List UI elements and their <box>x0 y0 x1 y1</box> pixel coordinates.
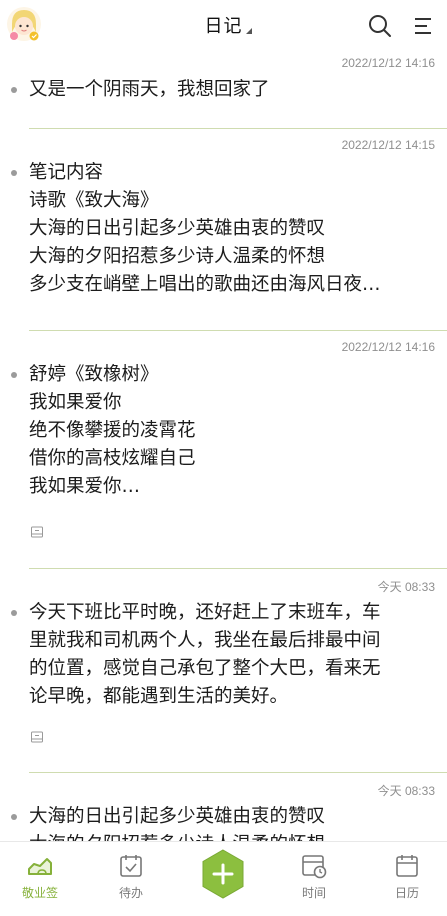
menu-icon[interactable] <box>410 12 438 40</box>
tab-calendar[interactable]: 日历 <box>367 842 447 916</box>
entry-line: 我如果爱你… <box>29 476 141 497</box>
entry-line: 大海的日出引起多少英雄由衷的赞叹 <box>29 218 326 239</box>
tab-label: 待办 <box>118 886 143 900</box>
entry-line: 论早晚，都能遇到生活的美好。 <box>29 686 289 707</box>
entry-divider <box>29 568 447 569</box>
tab-todo[interactable]: 待办 <box>91 842 171 916</box>
search-icon[interactable] <box>366 12 394 40</box>
diary-entry[interactable]: 今天 08:33 大海的日出引起多少英雄由衷的赞叹 大海的夕阳招惹多少诗人温柔的… <box>0 774 447 841</box>
entry-timestamp: 2022/12/12 14:15 <box>341 138 435 152</box>
entry-timestamp: 2022/12/12 14:16 <box>341 340 435 354</box>
todo-check-icon <box>120 855 142 877</box>
entry-line: 多少支在峭壁上唱出的歌曲还由海风日夜… <box>29 274 381 295</box>
diary-entry[interactable]: 2022/12/12 14:15 笔记内容 诗歌《致大海》 大海的日出引起多少英… <box>0 130 447 332</box>
bullet-dot <box>11 87 17 93</box>
entry-line: 我如果爱你 <box>29 392 122 413</box>
entry-text: 今天下班比平时晚，还好赶上了末班车，车 里就我和司机两个人，我坐在最后排最中间 … <box>29 599 427 711</box>
entry-line: 笔记内容 <box>29 162 104 183</box>
page-title[interactable]: 日记 <box>205 16 243 37</box>
entry-text: 舒婷《致橡树》 我如果爱你 绝不像攀援的凌霄花 借你的高枝炫耀自己 我如果爱你… <box>29 361 427 501</box>
entry-divider <box>29 330 447 331</box>
bullet-dot <box>11 610 17 616</box>
entry-text: 笔记内容 诗歌《致大海》 大海的日出引起多少英雄由衷的赞叹 大海的夕阳招惹多少诗… <box>29 159 427 299</box>
entry-line: 又是一个阴雨天，我想回家了 <box>29 79 270 100</box>
top-bar: 日记 <box>0 0 447 52</box>
entry-timestamp: 今天 08:33 <box>377 580 435 594</box>
add-icon[interactable] <box>200 848 246 900</box>
tab-label: 时间 <box>301 886 326 900</box>
entry-divider <box>29 772 447 773</box>
diary-list[interactable]: 2022/12/12 14:16 又是一个阴雨天，我想回家了 2022/12/1… <box>0 52 447 841</box>
entry-timestamp: 2022/12/12 14:16 <box>341 56 435 70</box>
bullet-dot <box>11 372 17 378</box>
tab-label: 敬业签 <box>21 886 58 900</box>
entry-line: 舒婷《致橡树》 <box>29 364 159 385</box>
tab-time[interactable]: 时间 <box>274 842 354 916</box>
diary-entry[interactable]: 2022/12/12 14:16 舒婷《致橡树》 我如果爱你 绝不像攀援的凌霄花… <box>0 332 447 570</box>
entry-line: 的位置，感觉自己承包了整个大巴，看来无 <box>29 658 381 679</box>
tab-jingyeqian[interactable]: 敬业签 <box>0 842 80 916</box>
entry-line: 借你的高枝炫耀自己 <box>29 448 196 469</box>
entry-line: 今天下班比平时晚，还好赶上了末班车，车 <box>29 602 381 623</box>
calendar-icon <box>396 855 418 877</box>
dropdown-caret-icon[interactable] <box>246 28 252 34</box>
entry-text: 又是一个阴雨天，我想回家了 <box>29 76 427 104</box>
diary-entry[interactable]: 今天 08:33 今天下班比平时晚，还好赶上了末班车，车 里就我和司机两个人，我… <box>0 570 447 774</box>
attachment-icon[interactable] <box>30 731 44 743</box>
bullet-dot <box>11 170 17 176</box>
entry-line: 大海的夕阳招惹多少诗人温柔的怀想 <box>29 831 427 841</box>
tab-label: 日历 <box>394 886 419 900</box>
entry-text: 大海的日出引起多少英雄由衷的赞叹 大海的夕阳招惹多少诗人温柔的怀想 <box>29 803 427 841</box>
entry-line: 大海的夕阳招惹多少诗人温柔的怀想 <box>29 246 326 267</box>
bullet-dot <box>11 814 17 820</box>
entry-line: 大海的日出引起多少英雄由衷的赞叹 <box>29 806 326 827</box>
entry-line: 里就我和司机两个人，我坐在最后排最中间 <box>29 630 381 651</box>
cloud-note-icon <box>28 858 52 875</box>
diary-entry[interactable]: 2022/12/12 14:16 又是一个阴雨天，我想回家了 <box>0 52 447 130</box>
entry-divider <box>29 128 447 129</box>
entry-line: 绝不像攀援的凌霄花 <box>29 420 196 441</box>
entry-timestamp: 今天 08:33 <box>377 784 435 798</box>
attachment-icon[interactable] <box>30 526 44 538</box>
entry-line: 诗歌《致大海》 <box>29 190 159 211</box>
clock-calendar-icon <box>302 855 327 879</box>
